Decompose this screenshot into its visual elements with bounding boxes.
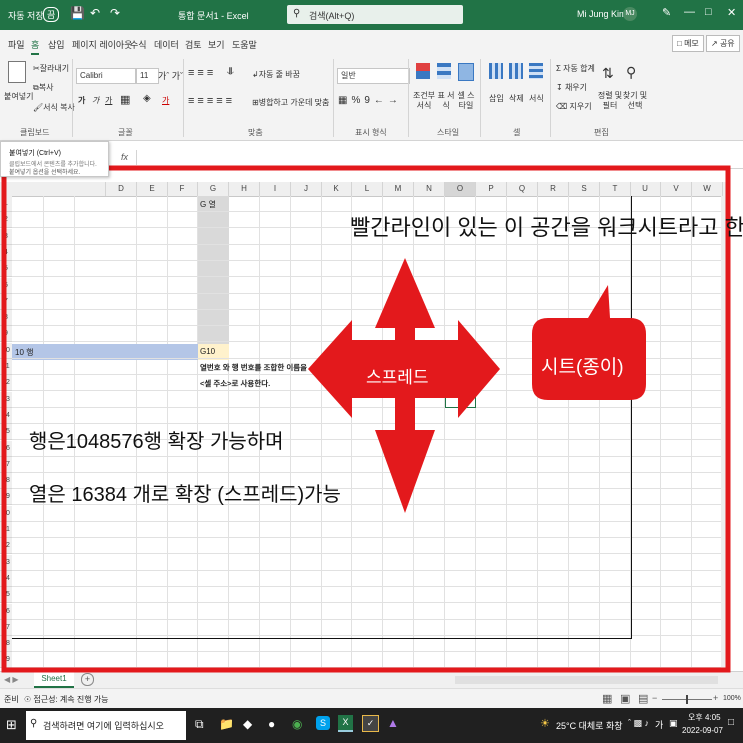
tooltip-title: 붙여넣기 (Ctrl+V): [9, 150, 62, 157]
spread-label: 스프레드: [366, 368, 429, 387]
rows-expand-text: 행은1048576행 확장 가능하며: [29, 431, 284, 453]
worksheet-caption: 빨간라인이 있는 이 공간을 워크시트라고 한다: [350, 215, 743, 240]
cols-expand-text: 열은 16384 개로 확장 (스프레드)가능: [29, 484, 341, 506]
paste-tooltip: 붙여넣기 (Ctrl+V) 클립보드에서 콘텐츠를 추가합니다. 붙여넣기 옵션…: [0, 141, 109, 177]
tooltip-line2: 붙여넣기 옵션을 선택하세요.: [9, 170, 81, 176]
worksheet-highlight-frame: [1, 165, 731, 673]
sheet-callout-bubble: [532, 285, 646, 400]
sheet-callout-text: 시트(종이): [541, 357, 624, 378]
